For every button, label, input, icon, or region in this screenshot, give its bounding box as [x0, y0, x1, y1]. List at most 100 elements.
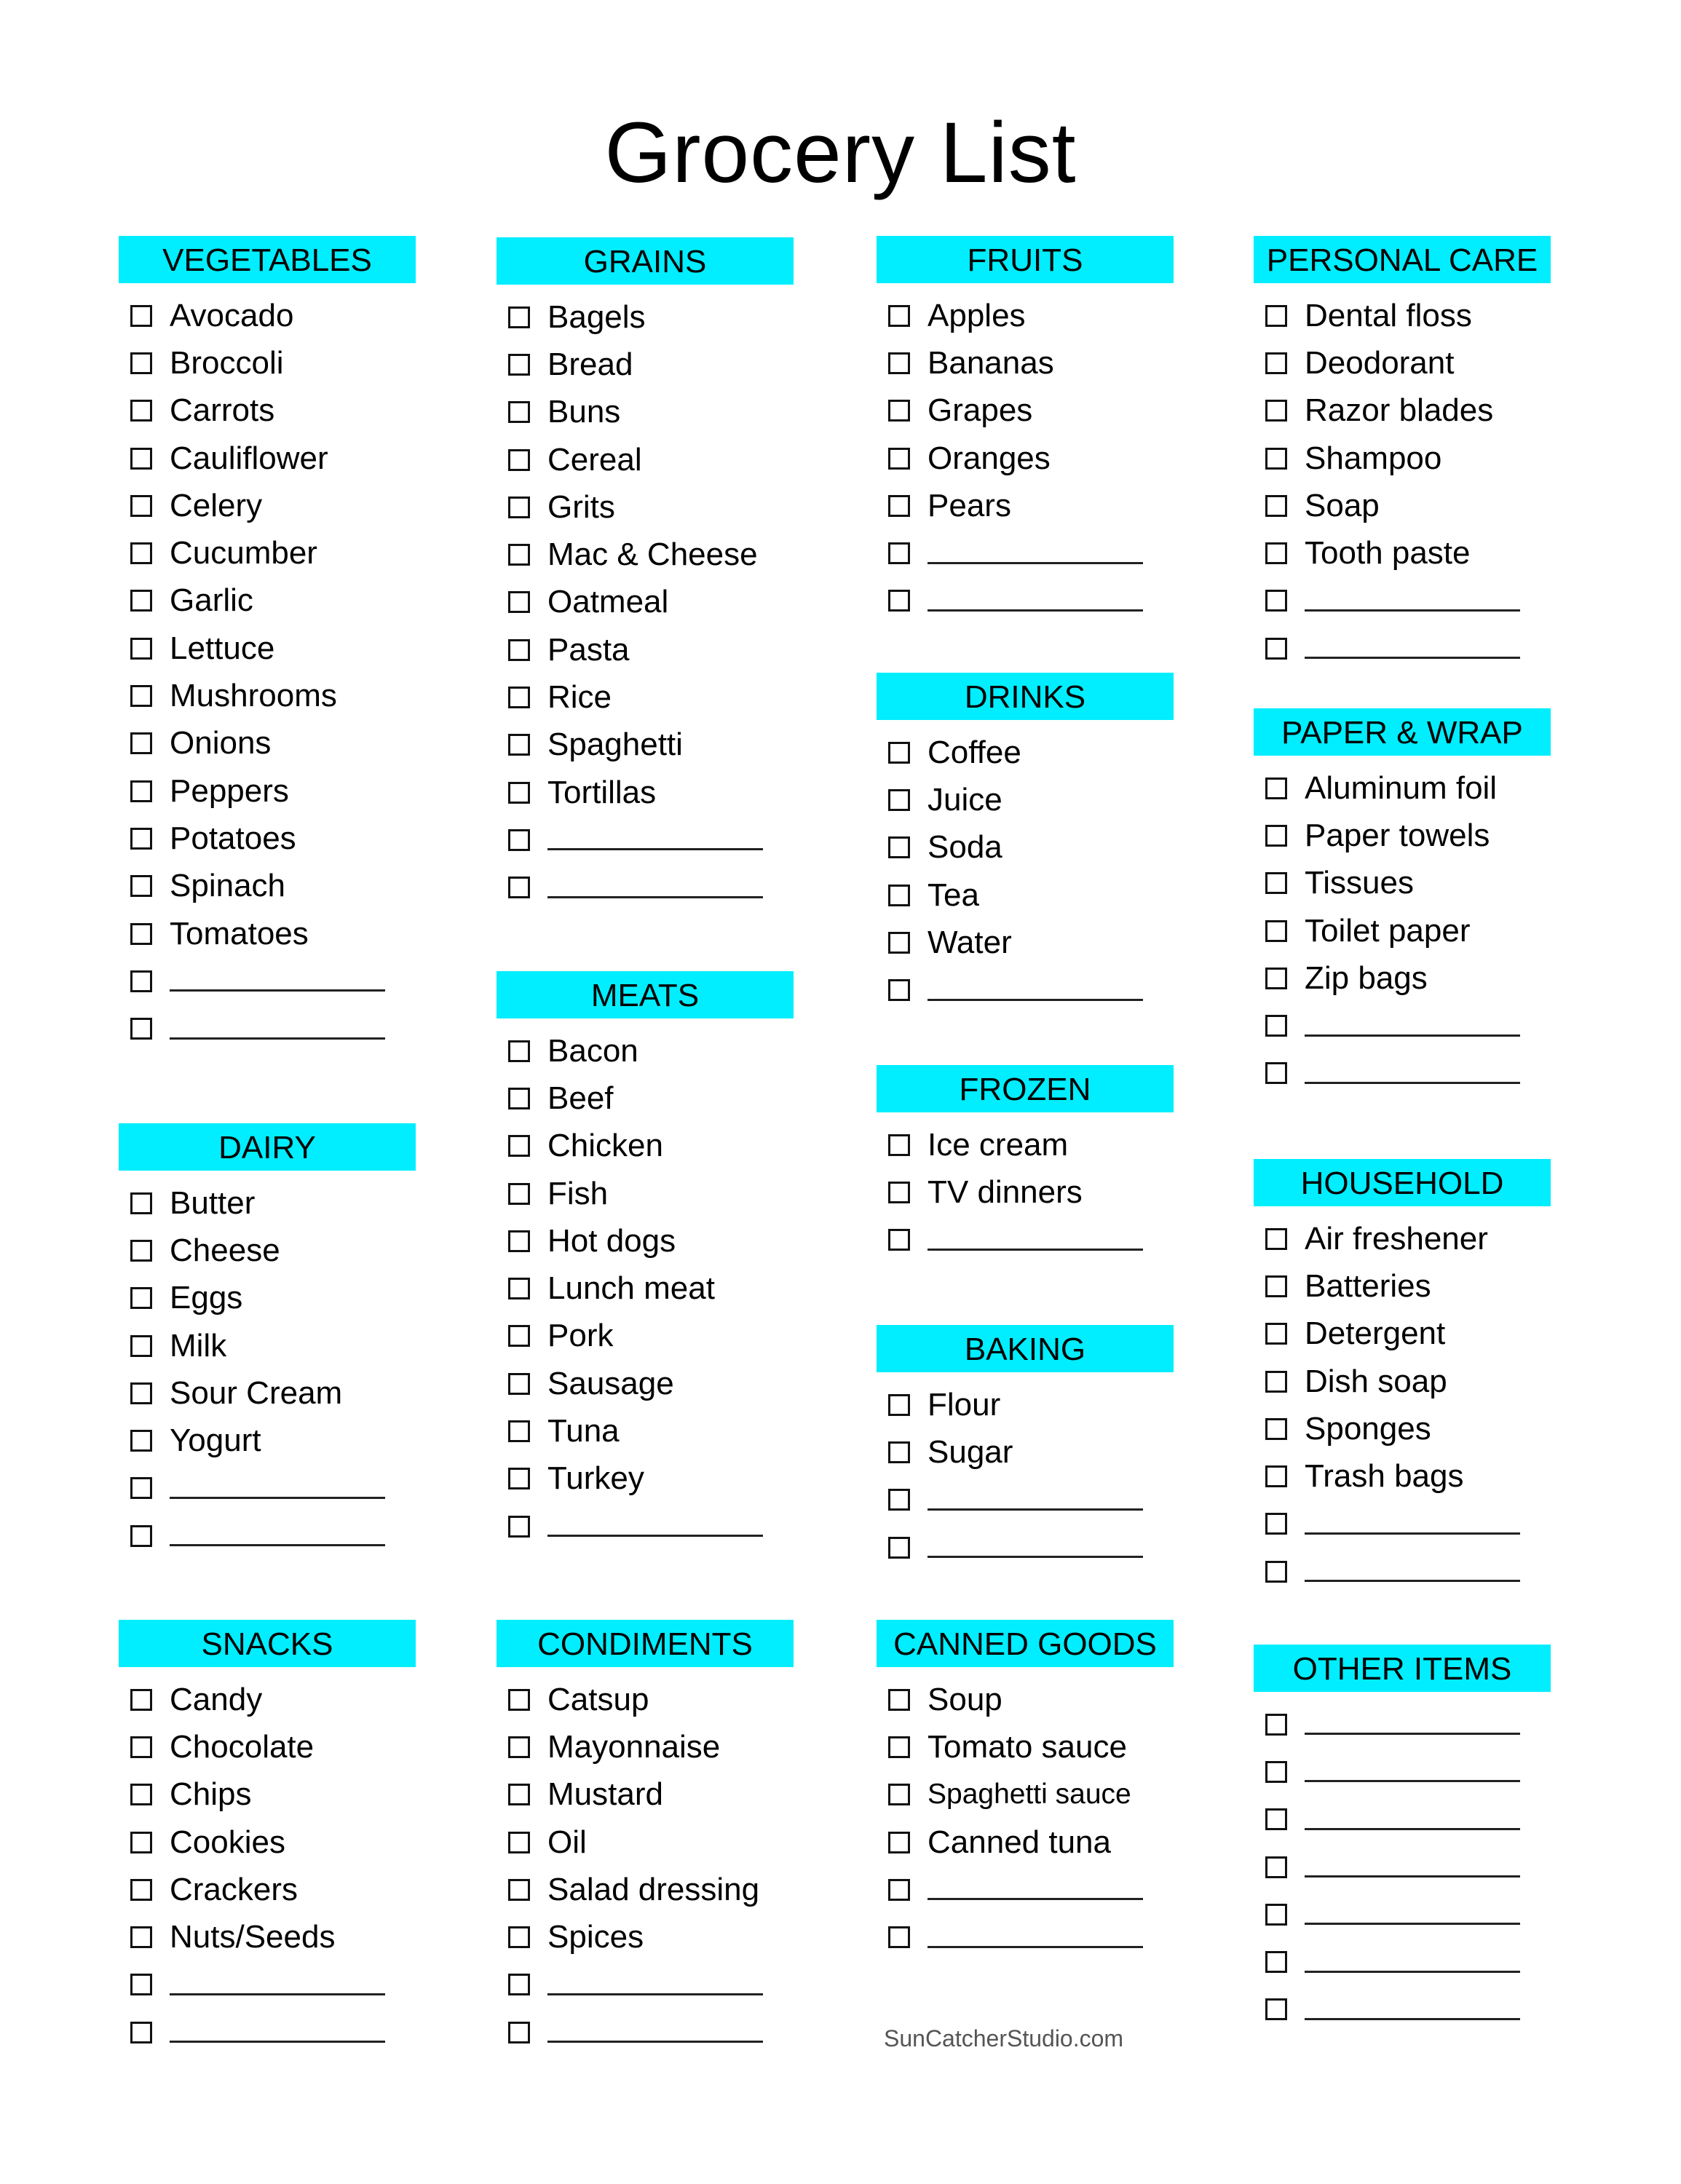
checkbox[interactable]: [888, 1536, 910, 1559]
checkbox[interactable]: [888, 1831, 910, 1853]
checkbox[interactable]: [1265, 494, 1287, 517]
blank-write-in-line[interactable]: [170, 1037, 385, 1040]
checkbox[interactable]: [888, 741, 910, 764]
checkbox[interactable]: [508, 544, 530, 566]
checkbox[interactable]: [130, 494, 152, 517]
checkbox[interactable]: [508, 1736, 530, 1758]
checkbox[interactable]: [888, 1229, 910, 1251]
blank-write-in-line[interactable]: [547, 895, 763, 898]
blank-write-in-line[interactable]: [1305, 1827, 1520, 1830]
checkbox[interactable]: [1265, 1713, 1287, 1736]
checkbox[interactable]: [888, 884, 910, 906]
checkbox[interactable]: [1265, 872, 1287, 895]
checkbox[interactable]: [508, 687, 530, 709]
checkbox[interactable]: [130, 1736, 152, 1758]
blank-write-in-line[interactable]: [547, 2041, 763, 2043]
blank-write-in-line[interactable]: [1305, 609, 1520, 612]
checkbox[interactable]: [130, 1524, 152, 1547]
checkbox[interactable]: [130, 970, 152, 992]
checkbox[interactable]: [130, 780, 152, 802]
checkbox[interactable]: [888, 1489, 910, 1511]
blank-write-in-line[interactable]: [1305, 1875, 1520, 1878]
blank-write-in-line[interactable]: [170, 2041, 385, 2043]
blank-write-in-line[interactable]: [927, 998, 1143, 1001]
checkbox[interactable]: [1265, 1370, 1287, 1393]
checkbox[interactable]: [1265, 1808, 1287, 1831]
checkbox[interactable]: [508, 591, 530, 614]
checkbox[interactable]: [1265, 304, 1287, 327]
blank-write-in-line[interactable]: [927, 1248, 1143, 1251]
checkbox[interactable]: [1265, 919, 1287, 942]
checkbox[interactable]: [130, 1878, 152, 1901]
checkbox[interactable]: [130, 1382, 152, 1404]
blank-write-in-line[interactable]: [1305, 1034, 1520, 1037]
checkbox[interactable]: [888, 1878, 910, 1901]
checkbox[interactable]: [508, 1878, 530, 1901]
checkbox[interactable]: [508, 496, 530, 518]
checkbox[interactable]: [508, 401, 530, 424]
blank-write-in-line[interactable]: [1305, 1970, 1520, 1973]
checkbox[interactable]: [1265, 400, 1287, 422]
blank-write-in-line[interactable]: [1305, 657, 1520, 660]
checkbox[interactable]: [1265, 352, 1287, 374]
checkbox[interactable]: [130, 1477, 152, 1500]
checkbox[interactable]: [508, 1831, 530, 1853]
checkbox[interactable]: [888, 1926, 910, 1949]
blank-write-in-line[interactable]: [1305, 1733, 1520, 1736]
checkbox[interactable]: [508, 448, 530, 471]
checkbox[interactable]: [130, 875, 152, 898]
checkbox[interactable]: [130, 922, 152, 945]
blank-write-in-line[interactable]: [1305, 2017, 1520, 2020]
checkbox[interactable]: [508, 781, 530, 804]
checkbox[interactable]: [508, 1926, 530, 1949]
checkbox[interactable]: [1265, 590, 1287, 612]
checkbox[interactable]: [1265, 1998, 1287, 2021]
checkbox[interactable]: [130, 304, 152, 327]
checkbox[interactable]: [130, 1430, 152, 1452]
checkbox[interactable]: [508, 734, 530, 756]
checkbox[interactable]: [888, 1688, 910, 1711]
checkbox[interactable]: [888, 836, 910, 859]
blank-write-in-line[interactable]: [170, 1496, 385, 1499]
checkbox[interactable]: [888, 1133, 910, 1156]
checkbox[interactable]: [130, 447, 152, 470]
checkbox[interactable]: [1265, 1465, 1287, 1488]
checkbox[interactable]: [130, 1018, 152, 1040]
checkbox[interactable]: [130, 352, 152, 374]
checkbox[interactable]: [130, 1334, 152, 1357]
checkbox[interactable]: [1265, 824, 1287, 847]
checkbox[interactable]: [130, 1831, 152, 1853]
checkbox[interactable]: [888, 1784, 910, 1806]
checkbox[interactable]: [1265, 1417, 1287, 1440]
checkbox[interactable]: [130, 827, 152, 850]
checkbox[interactable]: [508, 1325, 530, 1348]
checkbox[interactable]: [130, 1287, 152, 1310]
checkbox[interactable]: [1265, 1903, 1287, 1926]
checkbox[interactable]: [888, 590, 910, 612]
blank-write-in-line[interactable]: [1305, 1532, 1520, 1535]
checkbox[interactable]: [1265, 1275, 1287, 1297]
checkbox[interactable]: [130, 1688, 152, 1711]
checkbox[interactable]: [888, 788, 910, 811]
checkbox[interactable]: [888, 447, 910, 470]
checkbox[interactable]: [508, 828, 530, 851]
blank-write-in-line[interactable]: [1305, 1580, 1520, 1583]
checkbox[interactable]: [888, 304, 910, 327]
checkbox[interactable]: [1265, 1560, 1287, 1583]
checkbox[interactable]: [888, 494, 910, 517]
checkbox[interactable]: [508, 1278, 530, 1300]
blank-write-in-line[interactable]: [927, 1898, 1143, 1901]
checkbox[interactable]: [1265, 1513, 1287, 1535]
checkbox[interactable]: [888, 979, 910, 1002]
blank-write-in-line[interactable]: [547, 1993, 763, 1995]
checkbox[interactable]: [508, 1372, 530, 1395]
checkbox[interactable]: [508, 1135, 530, 1158]
checkbox[interactable]: [508, 1515, 530, 1538]
checkbox[interactable]: [1265, 1323, 1287, 1345]
checkbox[interactable]: [130, 1974, 152, 1996]
checkbox[interactable]: [508, 2021, 530, 2043]
blank-write-in-line[interactable]: [927, 561, 1143, 564]
checkbox[interactable]: [1265, 1951, 1287, 1974]
checkbox[interactable]: [130, 685, 152, 708]
checkbox[interactable]: [508, 638, 530, 661]
